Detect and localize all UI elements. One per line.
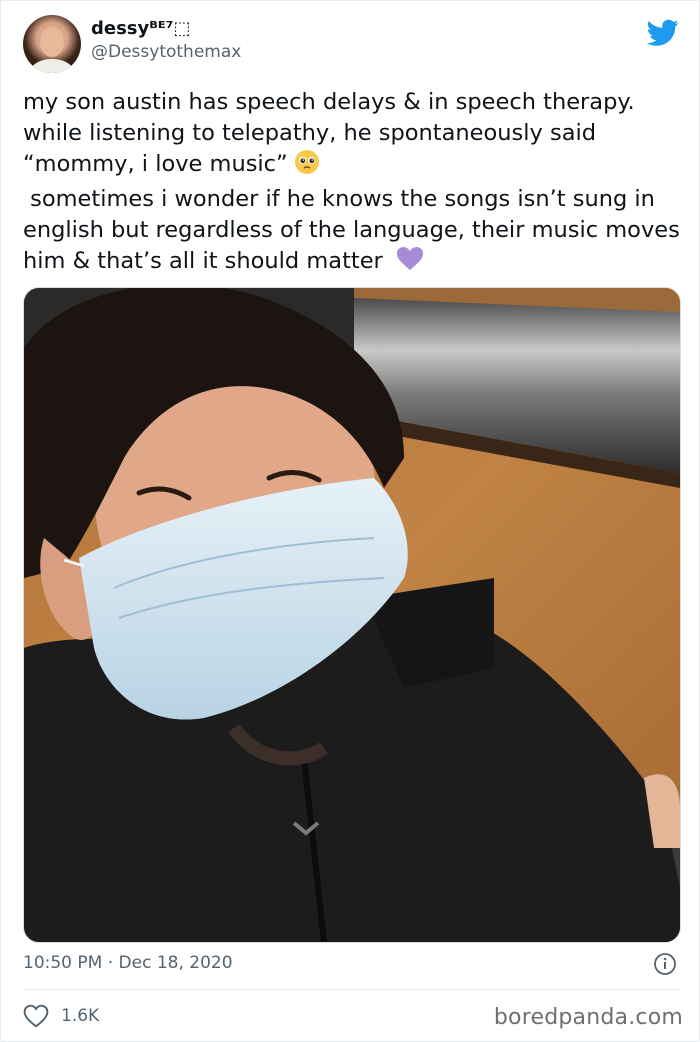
tweet-timestamp[interactable]: 10:50 PM · Dec 18, 2020	[23, 951, 233, 975]
display-name[interactable]: dessyᴮᴱ⁷⬚	[91, 17, 241, 41]
child-photo-illustration	[24, 288, 680, 942]
avatar-face	[40, 27, 64, 57]
watermark: boredpanda.com	[493, 1005, 683, 1030]
user-handle[interactable]: @Dessytothemax	[91, 41, 241, 63]
tweet-card: dessyᴮᴱ⁷⬚ @Dessytothemax my son austin h…	[0, 0, 700, 1042]
tweet-text-line-1: my son austin has speech delays & in spe…	[23, 89, 642, 177]
heart-outline-icon[interactable]	[23, 1004, 49, 1028]
info-icon[interactable]	[653, 952, 677, 976]
user-info[interactable]: dessyᴮᴱ⁷⬚ @Dessytothemax	[91, 17, 241, 63]
avatar[interactable]	[23, 15, 81, 73]
tweet-photo[interactable]	[23, 287, 681, 943]
tweet-text-line-2: sometimes i wonder if he knows the songs…	[23, 186, 680, 274]
pleading-face-emoji-icon	[294, 149, 320, 184]
divider	[23, 989, 681, 990]
twitter-bird-icon[interactable]	[647, 19, 679, 47]
tweet-text: my son austin has speech delays & in spe…	[23, 87, 683, 281]
tweet-header: dessyᴮᴱ⁷⬚ @Dessytothemax	[23, 15, 679, 75]
avatar-shirt	[31, 59, 73, 73]
purple-heart-emoji-icon	[396, 246, 424, 281]
like-count: 1.6K	[61, 1006, 100, 1026]
like-action[interactable]: 1.6K	[23, 1003, 99, 1029]
